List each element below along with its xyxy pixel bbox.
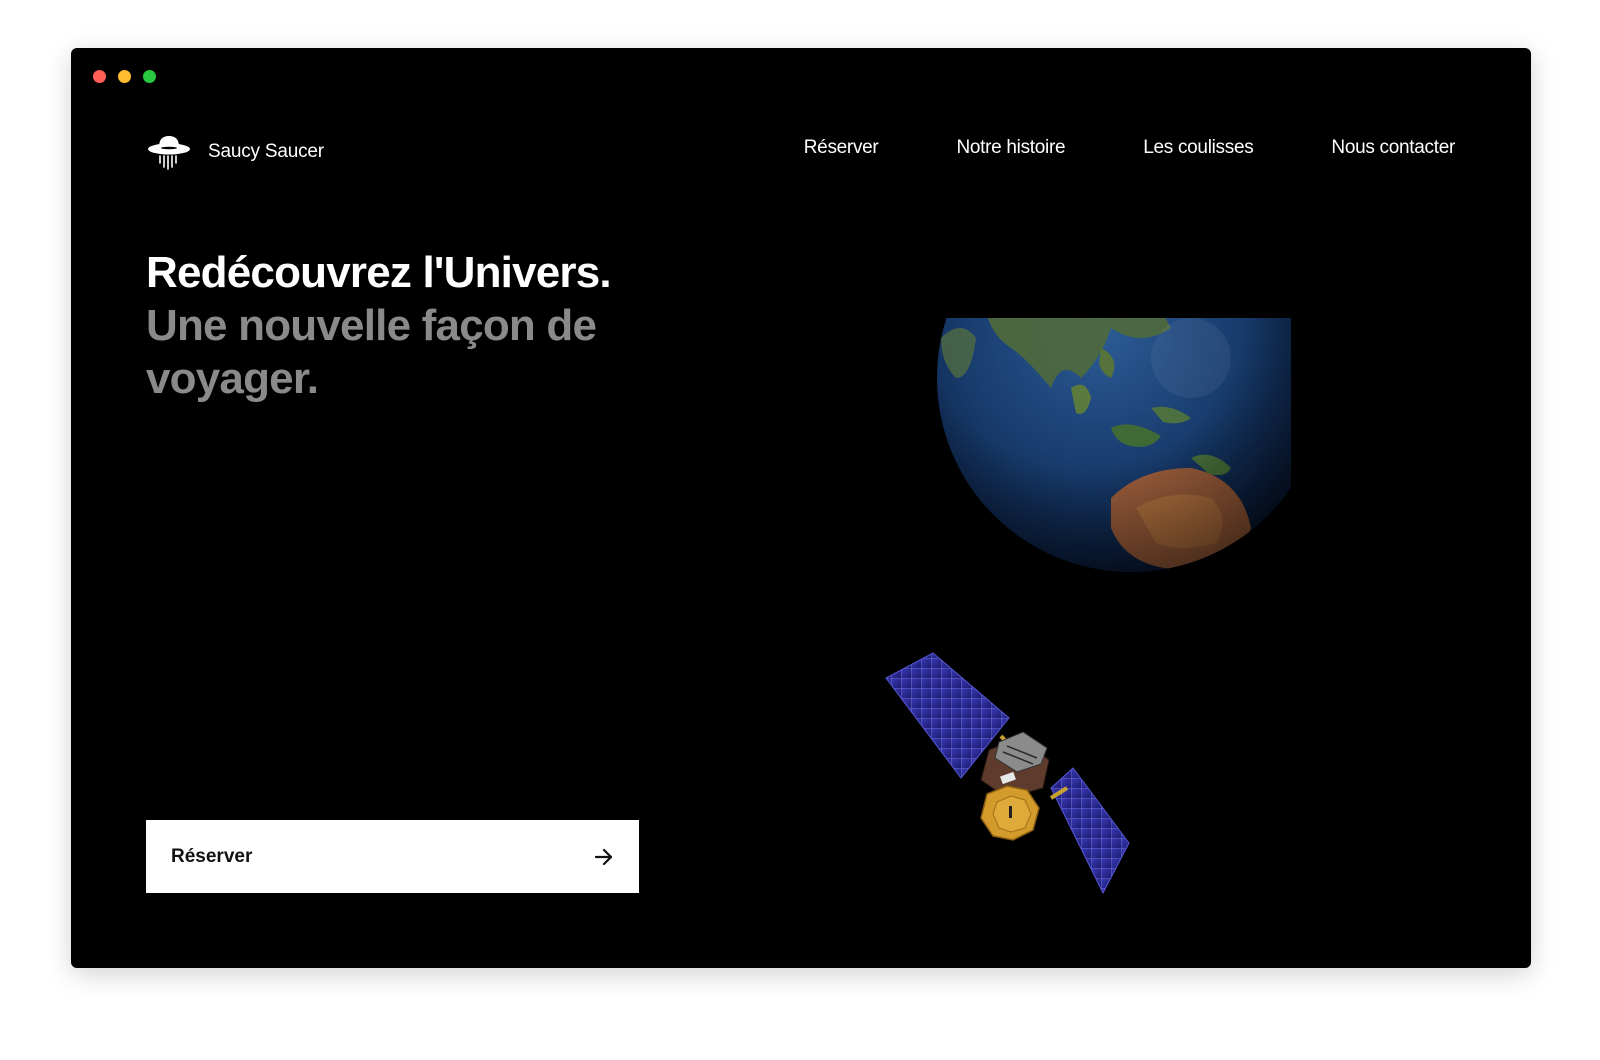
- window-controls: [93, 70, 156, 83]
- hero-subtitle: Une nouvelle façon de voyager.: [146, 301, 597, 403]
- reserve-button[interactable]: Réserver: [146, 820, 639, 893]
- hero-heading: Redécouvrez l'Univers. Une nouvelle faço…: [146, 246, 666, 405]
- reserve-button-label: Réserver: [171, 845, 253, 867]
- zoom-window-button[interactable]: [143, 70, 156, 83]
- brand-name: Saucy Saucer: [208, 141, 324, 162]
- satellite-image: [885, 652, 1130, 895]
- arrow-right-icon: [594, 848, 613, 865]
- browser-window: Saucy Saucer Réserver Notre histoire Les…: [71, 48, 1531, 968]
- brand-logo[interactable]: Saucy Saucer: [146, 132, 324, 172]
- nav-item-notre-histoire[interactable]: Notre histoire: [956, 137, 1065, 159]
- hero-title: Redécouvrez l'Univers.: [146, 248, 612, 297]
- nav-item-nous-contacter[interactable]: Nous contacter: [1331, 137, 1455, 159]
- earth-globe-image: [937, 318, 1291, 572]
- close-window-button[interactable]: [93, 70, 106, 83]
- nav-item-reserver[interactable]: Réserver: [804, 137, 879, 159]
- minimize-window-button[interactable]: [118, 70, 131, 83]
- main-nav: Réserver Notre histoire Les coulisses No…: [804, 137, 1456, 159]
- ufo-icon: [148, 136, 190, 170]
- nav-item-les-coulisses[interactable]: Les coulisses: [1143, 137, 1253, 159]
- space-illustration: [885, 318, 1291, 895]
